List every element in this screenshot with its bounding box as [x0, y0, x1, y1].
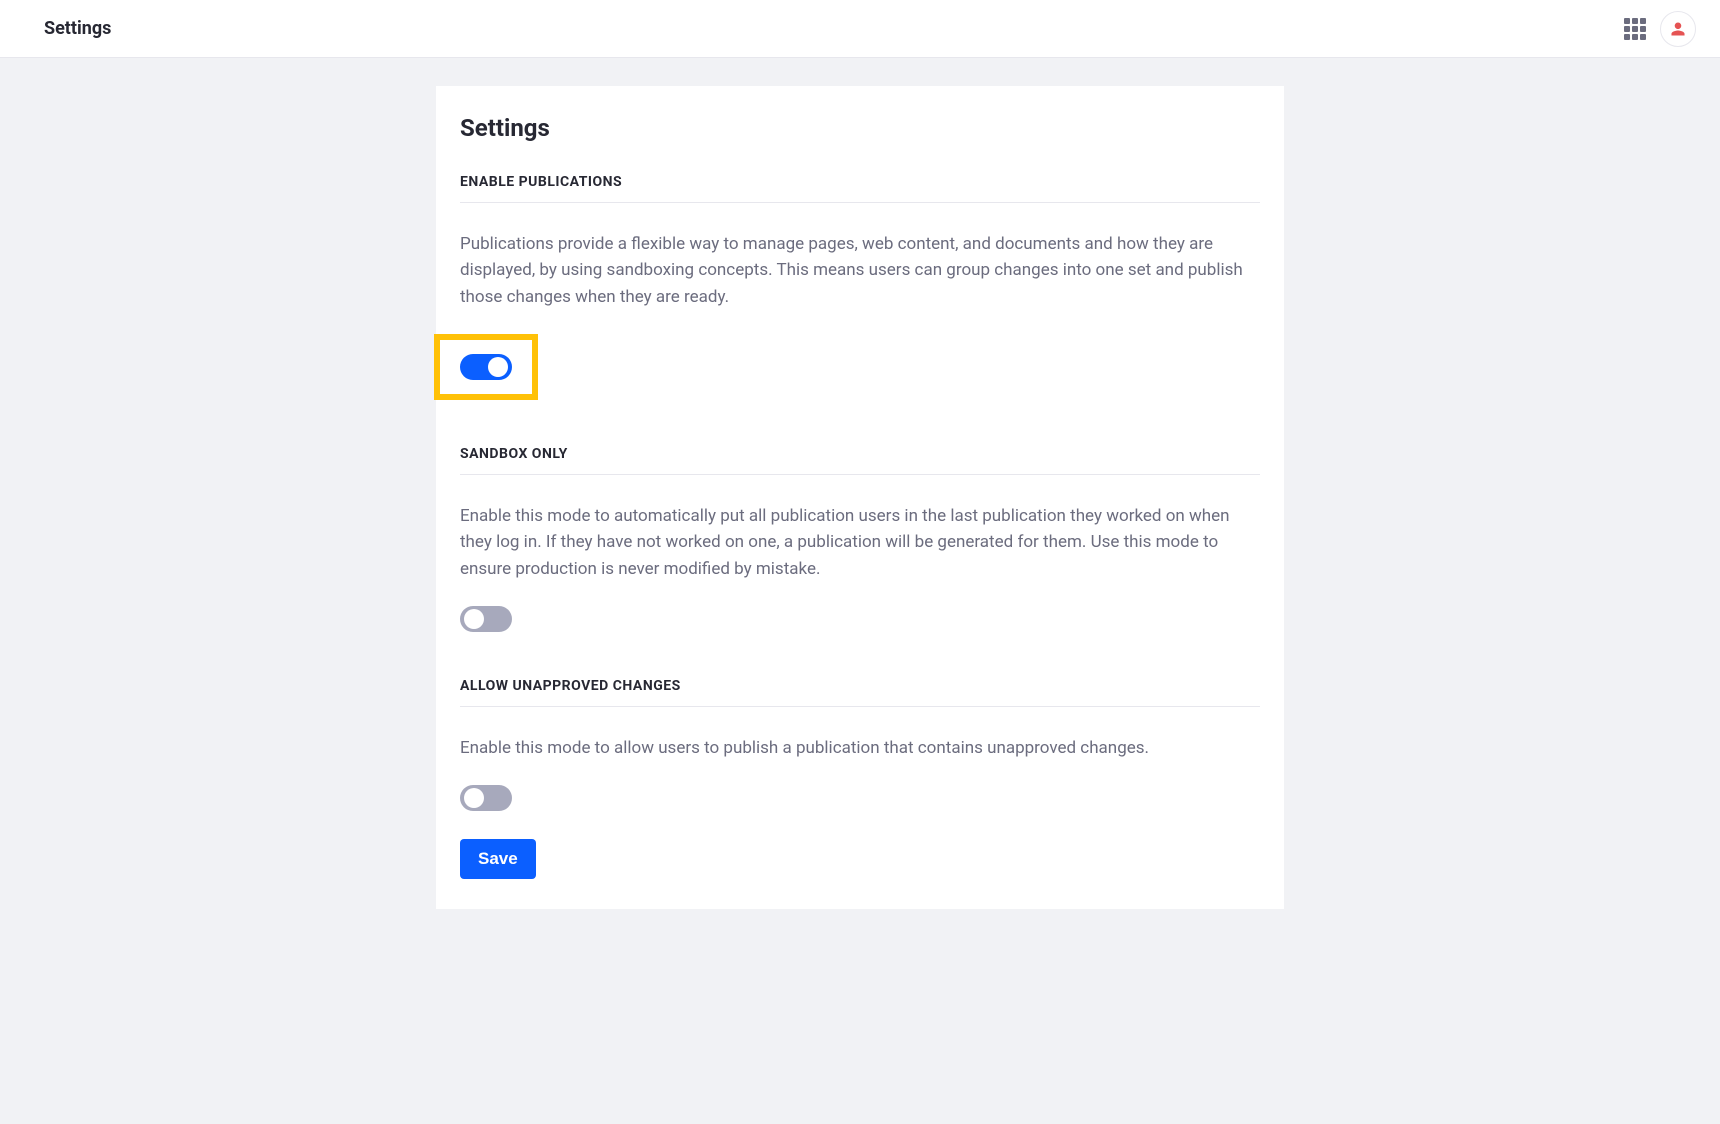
topbar-title: Settings	[44, 18, 111, 39]
section-description: Enable this mode to automatically put al…	[460, 503, 1260, 582]
enable-publications-toggle[interactable]	[460, 354, 512, 380]
section-enable-publications: ENABLE PUBLICATIONS Publications provide…	[460, 174, 1260, 404]
sandbox-only-toggle[interactable]	[460, 606, 512, 632]
section-heading: ENABLE PUBLICATIONS	[460, 174, 1260, 203]
allow-unapproved-toggle-wrap	[460, 785, 512, 811]
sandbox-only-toggle-wrap	[460, 606, 512, 632]
apps-icon[interactable]	[1624, 18, 1646, 40]
allow-unapproved-toggle[interactable]	[460, 785, 512, 811]
topbar-actions	[1624, 11, 1696, 47]
section-allow-unapproved: ALLOW UNAPPROVED CHANGES Enable this mod…	[460, 678, 1260, 815]
avatar[interactable]	[1660, 11, 1696, 47]
enable-publications-toggle-highlight	[434, 334, 538, 400]
section-description: Enable this mode to allow users to publi…	[460, 735, 1260, 761]
section-heading: ALLOW UNAPPROVED CHANGES	[460, 678, 1260, 707]
panel-title: Settings	[460, 114, 1260, 142]
user-icon	[1670, 21, 1686, 37]
settings-panel: Settings ENABLE PUBLICATIONS Publication…	[436, 86, 1284, 909]
topbar: Settings	[0, 0, 1720, 58]
save-button[interactable]: Save	[460, 839, 536, 879]
section-heading: SANDBOX ONLY	[460, 446, 1260, 475]
section-sandbox-only: SANDBOX ONLY Enable this mode to automat…	[460, 446, 1260, 636]
section-description: Publications provide a flexible way to m…	[460, 231, 1260, 310]
